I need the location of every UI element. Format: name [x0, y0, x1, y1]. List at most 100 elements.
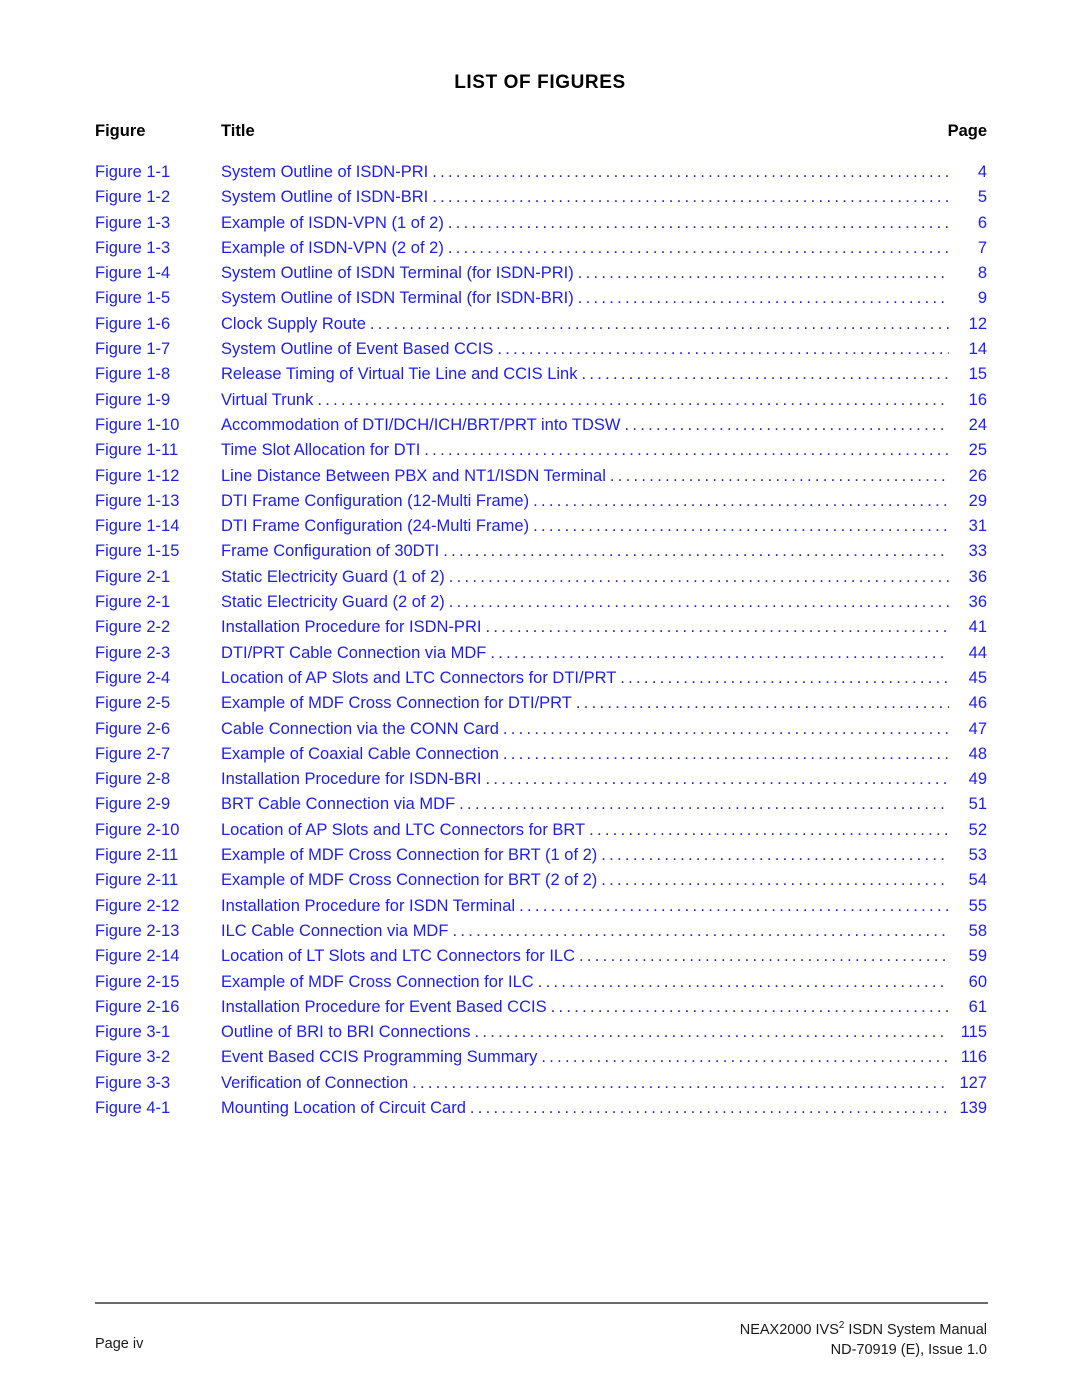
figure-title: Example of MDF Cross Connection for BRT … [221, 846, 598, 865]
figure-title: System Outline of ISDN Terminal (for ISD… [221, 289, 574, 308]
figure-page-number: 54 [968, 871, 987, 890]
footer-manual-info: NEAX2000 IVS2 ISDN System Manual ND-7091… [740, 1316, 987, 1360]
figure-number: Figure 2-14 [95, 947, 180, 966]
figure-title: DTI Frame Configuration (12-Multi Frame) [221, 491, 530, 510]
figure-entry-row[interactable]: Figure 1-4 System Outline of ISDN Termina… [95, 261, 987, 286]
figure-entry-row[interactable]: Figure 1-11 Time Slot Allocation for DTI.… [95, 438, 987, 463]
figure-entry-row[interactable]: Figure 1-1 System Outline of ISDN-PRI....… [95, 160, 987, 185]
figure-entry-body: BRT Cable Connection via MDF............… [221, 792, 987, 817]
figure-number: Figure 2-3 [95, 643, 171, 662]
figure-title: Location of AP Slots and LTC Connectors … [221, 668, 617, 687]
figure-entry-row[interactable]: Figure 2-7 Example of Coaxial Cable Conne… [95, 742, 987, 767]
figure-entry-body: DTI Frame Configuration (24-Multi Frame)… [221, 514, 987, 539]
figure-page-number: 25 [968, 441, 987, 460]
figure-entry-row[interactable]: Figure 2-5 Example of MDF Cross Connectio… [95, 691, 987, 716]
figure-entry-row[interactable]: Figure 1-10 Accommodation of DTI/DCH/ICH/… [95, 413, 987, 438]
figure-number: Figure 1-6 [95, 314, 171, 333]
figure-entry-row[interactable]: Figure 1-5 System Outline of ISDN Termina… [95, 286, 987, 311]
figure-entry-row[interactable]: Figure 4-1 Mounting Location of Circuit C… [95, 1096, 987, 1121]
dot-leader: ........................................… [424, 441, 949, 460]
figure-entry-row[interactable]: Figure 2-2 Installation Procedure for ISD… [95, 615, 987, 640]
figure-entry-row[interactable]: Figure 2-4 Location of AP Slots and LTC C… [95, 666, 987, 691]
figure-page-number: 139 [959, 1098, 987, 1117]
dot-leader: ........................................… [519, 896, 949, 915]
figure-entry-row[interactable]: Figure 1-2 System Outline of ISDN-BRI....… [95, 185, 987, 210]
figure-page-number: 59 [968, 947, 987, 966]
dot-leader: ........................................… [485, 770, 949, 789]
figure-entry-row[interactable]: Figure 1-7 System Outline of Event Based … [95, 337, 987, 362]
figure-entry-row[interactable]: Figure 2-16 Installation Procedure for Ev… [95, 995, 987, 1020]
figure-entry-row[interactable]: Figure 2-6 Cable Connection via the CONN … [95, 717, 987, 742]
figure-entry-row[interactable]: Figure 2-14 Location of LT Slots and LTC … [95, 944, 987, 969]
figure-entry-body: Example of MDF Cross Connection for DTI/… [221, 691, 987, 716]
figure-entry-body: Virtual Trunk...........................… [221, 388, 987, 413]
figure-title: System Outline of ISDN-PRI [221, 163, 429, 181]
figure-entry-row[interactable]: Figure 2-11 Example of MDF Cross Connecti… [95, 868, 987, 893]
figure-page-number: 26 [968, 466, 987, 485]
figure-entry-body: Accommodation of DTI/DCH/ICH/BRT/PRT int… [221, 413, 987, 438]
figure-title: ILC Cable Connection via MDF [221, 921, 449, 940]
figure-page-number: 29 [968, 491, 987, 510]
figure-entry-body: Frame Configuration of 30DTI............… [221, 539, 987, 564]
figure-title: Example of ISDN-VPN (2 of 2) [221, 238, 444, 257]
figure-entry-row[interactable]: Figure 2-9 BRT Cable Connection via MDF..… [95, 792, 987, 817]
figure-entry-row[interactable]: Figure 1-13 DTI Frame Configuration (12-M… [95, 489, 987, 514]
dot-leader: ........................................… [474, 1023, 949, 1042]
figure-entry-row[interactable]: Figure 3-1 Outline of BRI to BRI Connecti… [95, 1020, 987, 1045]
figure-entry-row[interactable]: Figure 1-15 Frame Configuration of 30DTI.… [95, 539, 987, 564]
figure-title: Example of Coaxial Cable Connection [221, 744, 499, 763]
figure-number: Figure 1-1 [95, 163, 171, 181]
figure-number: Figure 4-1 [95, 1098, 171, 1117]
figure-page-number: 115 [960, 1023, 987, 1042]
figure-entry-row[interactable]: Figure 2-11 Example of MDF Cross Connecti… [95, 843, 987, 868]
page-title: LIST OF FIGURES [454, 72, 626, 93]
figure-entry-row[interactable]: Figure 2-1 Static Electricity Guard (2 of… [95, 590, 987, 615]
figure-entry-row[interactable]: Figure 2-1 Static Electricity Guard (1 of… [95, 565, 987, 590]
figure-entry-body: Example of ISDN-VPN (2 of 2)............… [221, 236, 987, 261]
figure-entry-row[interactable]: Figure 2-10 Location of AP Slots and LTC … [95, 818, 987, 843]
dot-leader: ........................................… [448, 567, 949, 586]
figure-page-number: 116 [960, 1048, 987, 1067]
dot-leader: ........................................… [533, 491, 949, 510]
figure-entry-row[interactable]: Figure 2-8 Installation Procedure for ISD… [95, 767, 987, 792]
figure-entry-row[interactable]: Figure 1-8 Release Timing of Virtual Tie … [95, 362, 987, 387]
figure-number: Figure 1-2 [95, 188, 171, 207]
figure-entry-row[interactable]: Figure 3-2 Event Based CCIS Programming S… [95, 1045, 987, 1070]
figure-entry-row[interactable]: Figure 2-15 Example of MDF Cross Connecti… [95, 970, 987, 995]
dot-leader: ........................................… [469, 1098, 949, 1117]
figure-title: System Outline of ISDN-BRI [221, 188, 429, 207]
figure-entry-row[interactable]: Figure 1-14 DTI Frame Configuration (24-M… [95, 514, 987, 539]
figure-number: Figure 1-3 [95, 238, 171, 257]
figure-page-number: 33 [968, 542, 987, 561]
figure-title: DTI/PRT Cable Connection via MDF [221, 643, 487, 662]
figure-entry-row[interactable]: Figure 2-12 Installation Procedure for IS… [95, 894, 987, 919]
dot-leader: ........................................… [452, 921, 949, 940]
figure-entry-row[interactable]: Figure 1-12 Line Distance Between PBX and… [95, 464, 987, 489]
figure-number: Figure 2-6 [95, 719, 171, 738]
figure-entry-row[interactable]: Figure 1-6 Clock Supply Route............… [95, 312, 987, 337]
figure-entry-row[interactable]: Figure 3-3 Verification of Connection....… [95, 1071, 987, 1096]
figure-entry-row[interactable]: Figure 1-3 Example of ISDN-VPN (2 of 2)..… [95, 236, 987, 261]
figure-entry-body: Event Based CCIS Programming Summary....… [221, 1045, 987, 1070]
figure-entry-row[interactable]: Figure 2-13 ILC Cable Connection via MDF.… [95, 919, 987, 944]
figure-number: Figure 1-12 [95, 466, 180, 485]
figure-page-number: 4 [977, 163, 987, 181]
dot-leader: ........................................… [502, 744, 949, 763]
figure-number: Figure 2-11 [95, 846, 179, 865]
figure-page-number: 7 [977, 238, 987, 257]
column-header-row: Figure Title Page [95, 122, 987, 144]
figure-number: Figure 1-11 [95, 441, 179, 460]
figure-page-number: 41 [968, 618, 987, 637]
figure-entry-row[interactable]: Figure 1-9 Virtual Trunk.................… [95, 388, 987, 413]
dot-leader: ........................................… [577, 289, 949, 308]
figure-page-number: 58 [968, 921, 987, 940]
dot-leader: ........................................… [447, 238, 949, 257]
figure-title: Mounting Location of Circuit Card [221, 1098, 466, 1117]
figure-entry-row[interactable]: Figure 1-3 Example of ISDN-VPN (1 of 2)..… [95, 211, 987, 236]
figure-number: Figure 2-16 [95, 997, 180, 1016]
figure-number: Figure 1-13 [95, 491, 180, 510]
figure-page-number: 61 [968, 997, 987, 1016]
figure-page-number: 47 [968, 719, 987, 738]
figure-entry-row[interactable]: Figure 2-3 DTI/PRT Cable Connection via M… [95, 641, 987, 666]
dot-leader: ........................................… [620, 668, 949, 687]
